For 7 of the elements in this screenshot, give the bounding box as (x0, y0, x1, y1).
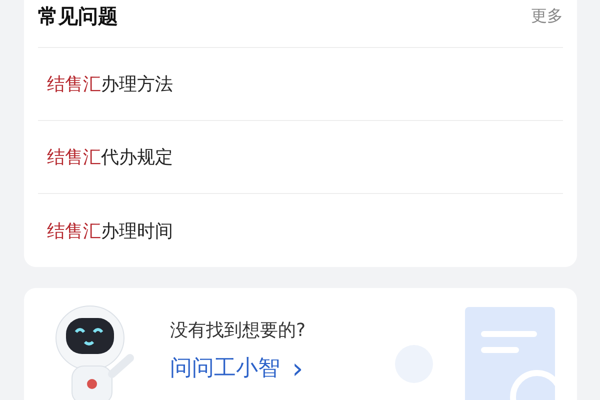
assistant-link[interactable]: 问问工小智 › (170, 354, 306, 384)
faq-item[interactable]: 结售汇办理时间 (47, 218, 173, 242)
more-link[interactable]: 更多 (531, 4, 563, 28)
section-title: 常见问题 (38, 2, 118, 30)
faq-item[interactable]: 结售汇办理方法 (47, 72, 173, 96)
prompt-text: 没有找到想要的? (170, 319, 306, 343)
faq-item[interactable]: 结售汇代办规定 (47, 145, 173, 169)
